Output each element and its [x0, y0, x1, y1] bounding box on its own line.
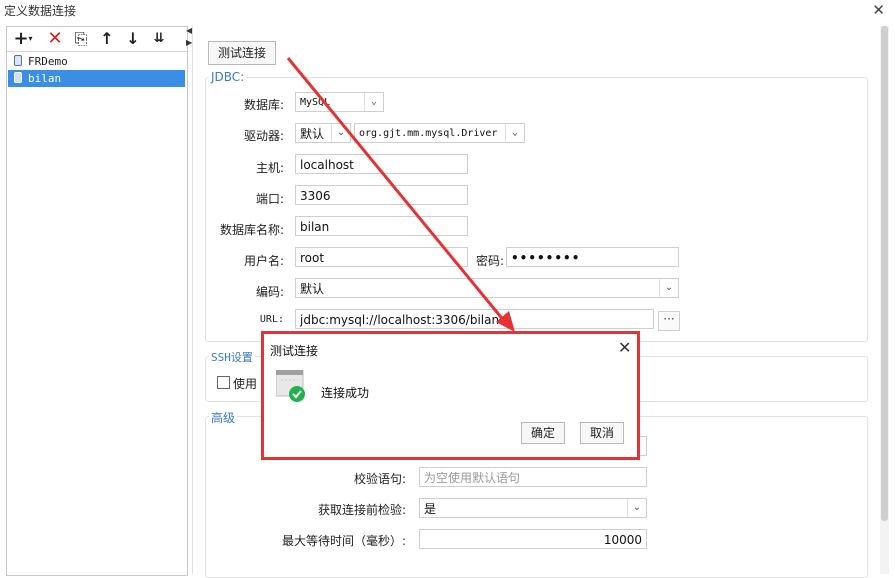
database-select[interactable]: MySQL ⌄	[295, 92, 384, 112]
host-label: 主机:	[255, 161, 284, 175]
chevron-down-icon: ▾	[28, 34, 33, 43]
driver-mode-select[interactable]: 默认 ⌄	[295, 123, 351, 143]
dialog-ok-button[interactable]: 确定	[521, 422, 565, 444]
username-input[interactable]: root	[295, 247, 468, 267]
plus-icon: +	[13, 28, 29, 49]
dialog-close-icon[interactable]: ✕	[618, 338, 631, 357]
validation-label: 校验语句:	[353, 472, 406, 486]
add-connection-button[interactable]: +▾	[13, 29, 33, 49]
scrollbar-thumb[interactable]	[881, 26, 888, 521]
dialog-cancel-button[interactable]: 取消	[580, 422, 624, 444]
chevron-down-icon: ⌄	[364, 93, 383, 111]
driver-class-value: org.gjt.mm.mysql.Driver	[359, 128, 498, 139]
host-input[interactable]: localhost	[295, 154, 468, 174]
sort-button[interactable]: ⇊	[149, 29, 169, 49]
connection-item-label: FRDemo	[28, 55, 68, 68]
chevron-down-icon: ⌄	[331, 124, 350, 142]
check-before-select[interactable]: 是 ⌄	[419, 498, 647, 518]
username-label: 用户名:	[243, 254, 284, 268]
test-connection-dialog: 测试连接 ✕ 连接成功 确定 取消	[261, 331, 640, 460]
password-input[interactable]: ••••••••	[506, 247, 679, 267]
max-wait-label: 最大等待时间（毫秒）:	[281, 534, 406, 548]
driver-label: 驱动器:	[243, 129, 284, 143]
arrow-up-icon: ↑	[100, 29, 114, 48]
encoding-select[interactable]: 默认 ⌄	[295, 278, 679, 298]
move-up-button[interactable]: ↑	[97, 29, 117, 49]
dialog-title: 测试连接	[270, 344, 319, 358]
connection-item-label: bilan	[28, 72, 62, 85]
chevron-down-icon: ⌄	[627, 499, 646, 517]
use-ssh-label: 使用	[233, 377, 258, 391]
port-label: 端口:	[255, 192, 284, 206]
jdbc-group	[205, 77, 868, 342]
window-close-icon[interactable]: ✕	[872, 1, 885, 19]
driver-class-select[interactable]: org.gjt.mm.mysql.Driver ⌄	[354, 123, 525, 143]
password-label: 密码:	[475, 254, 504, 268]
url-input[interactable]: jdbc:mysql://localhost:3306/bilan	[295, 309, 654, 329]
database-value: MySQL	[300, 97, 331, 108]
copy-icon: ⎘	[74, 29, 88, 48]
dbname-input[interactable]: bilan	[295, 216, 468, 236]
check-before-value: 是	[424, 502, 437, 516]
connection-toolbar: +▾ ✕ ⎘ ↑ ↓ ⇊	[7, 27, 187, 52]
port-input[interactable]: 3306	[295, 185, 468, 205]
copy-connection-button[interactable]: ⎘	[71, 29, 91, 49]
connection-item-frdemo[interactable]: FRDemo	[8, 53, 185, 70]
database-label: 数据库:	[243, 98, 284, 112]
encoding-label: 编码:	[255, 285, 284, 299]
connection-list-pane: +▾ ✕ ⎘ ↑ ↓ ⇊ FRDemo bilan	[6, 26, 188, 576]
delete-icon: ✕	[47, 28, 63, 49]
window-title: 定义数据连接	[4, 4, 77, 18]
test-connection-button[interactable]: 测试连接	[208, 41, 276, 65]
use-ssh-checkbox[interactable]	[217, 376, 230, 389]
connection-item-bilan[interactable]: bilan	[8, 70, 185, 87]
chevron-down-icon: ⌄	[505, 124, 524, 142]
dialog-message: 连接成功	[321, 386, 370, 400]
delete-connection-button[interactable]: ✕	[45, 29, 65, 49]
success-icon	[276, 370, 305, 402]
max-wait-input[interactable]: 10000	[419, 529, 647, 549]
url-label: URL:	[259, 314, 284, 325]
dialog-header: 测试连接 ✕	[264, 334, 637, 364]
validation-input[interactable]: 为空使用默认语句	[419, 467, 647, 487]
database-icon	[14, 55, 22, 66]
advanced-legend: 高级	[209, 409, 238, 426]
driver-mode-value: 默认	[300, 127, 325, 141]
vertical-scrollbar[interactable]	[880, 26, 889, 574]
ssh-legend: SSH设置	[209, 349, 255, 365]
sort-icon: ⇊	[153, 31, 165, 46]
arrow-down-icon: ↓	[126, 29, 140, 48]
database-icon	[14, 72, 22, 83]
url-more-button[interactable]: ···	[658, 311, 680, 331]
window-titlebar: 定义数据连接 ✕	[0, 0, 895, 22]
check-before-label: 获取连接前检验:	[317, 503, 406, 517]
move-down-button[interactable]: ↓	[123, 29, 143, 49]
dbname-label: 数据库名称:	[219, 223, 284, 237]
chevron-down-icon: ⌄	[659, 279, 678, 297]
encoding-value: 默认	[300, 282, 325, 296]
jdbc-legend: JDBC:	[209, 70, 247, 84]
